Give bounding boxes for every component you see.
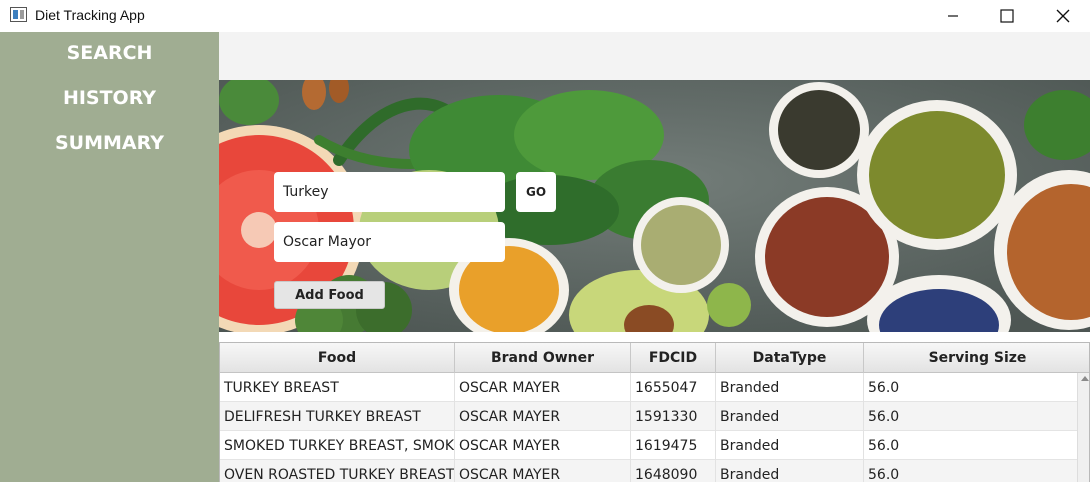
minimize-button[interactable] <box>930 0 976 32</box>
column-header-brand-owner[interactable]: Brand Owner <box>455 343 631 373</box>
column-header-food[interactable]: Food <box>220 343 455 373</box>
column-header-serving-size[interactable]: Serving Size <box>864 343 1089 373</box>
maximize-icon <box>1000 9 1014 23</box>
cell-food: OVEN ROASTED TURKEY BREAST <box>220 460 455 482</box>
app-icon <box>10 7 27 22</box>
table-row[interactable]: TURKEY BREAST OSCAR MAYER 1655047 Brande… <box>220 373 1077 402</box>
sidebar-item-search[interactable]: SEARCH <box>0 42 219 64</box>
minimize-icon <box>948 15 958 17</box>
sidebar: SEARCH HISTORY SUMMARY <box>0 32 219 482</box>
table-row[interactable]: OVEN ROASTED TURKEY BREAST OSCAR MAYER 1… <box>220 460 1077 482</box>
window-title: Diet Tracking App <box>35 7 145 23</box>
maximize-button[interactable] <box>984 0 1030 32</box>
scroll-up-icon[interactable] <box>1081 376 1089 381</box>
close-icon <box>1056 9 1070 23</box>
food-search-input[interactable]: Turkey <box>274 172 505 212</box>
cell-brand-owner: OSCAR MAYER <box>455 373 631 402</box>
cell-datatype: Branded <box>716 460 864 482</box>
add-food-button[interactable]: Add Food <box>274 281 385 309</box>
cell-serving-size: 56.0 <box>868 408 900 425</box>
header-band <box>219 32 1090 80</box>
cell-brand-owner: OSCAR MAYER <box>455 402 631 431</box>
cell-food: SMOKED TURKEY BREAST, SMOK... <box>220 431 455 460</box>
cell-fdcid: 1655047 <box>631 373 716 402</box>
column-header-fdcid[interactable]: FDCID <box>631 343 716 373</box>
cell-serving-size: 56.0 <box>868 437 900 454</box>
sidebar-item-summary[interactable]: SUMMARY <box>0 132 219 154</box>
close-button[interactable] <box>1040 0 1086 32</box>
table-header: Food Brand Owner FDCID DataType Serving … <box>220 343 1089 373</box>
sidebar-item-history[interactable]: HISTORY <box>0 87 219 109</box>
cell-fdcid: 1591330 <box>631 402 716 431</box>
cell-brand-owner: OSCAR MAYER <box>455 460 631 482</box>
cell-fdcid: 1648090 <box>631 460 716 482</box>
results-table: Food Brand Owner FDCID DataType Serving … <box>219 342 1090 482</box>
column-header-datatype[interactable]: DataType <box>716 343 864 373</box>
title-bar: Diet Tracking App <box>0 0 1090 32</box>
table-scrollbar[interactable] <box>1077 373 1089 482</box>
table-row[interactable]: SMOKED TURKEY BREAST, SMOK... OSCAR MAYE… <box>220 431 1077 460</box>
cell-fdcid: 1619475 <box>631 431 716 460</box>
cell-datatype: Branded <box>716 402 864 431</box>
cell-food: DELIFRESH TURKEY BREAST <box>220 402 455 431</box>
cell-brand-owner: OSCAR MAYER <box>455 431 631 460</box>
cell-serving-size: 56.0 <box>868 379 900 396</box>
cell-datatype: Branded <box>716 431 864 460</box>
cell-datatype: Branded <box>716 373 864 402</box>
brand-search-input[interactable]: Oscar Mayor <box>274 222 505 262</box>
go-button[interactable]: GO <box>516 172 556 212</box>
cell-serving-size: 56.0 <box>868 466 900 482</box>
table-row[interactable]: DELIFRESH TURKEY BREAST OSCAR MAYER 1591… <box>220 402 1077 431</box>
cell-food: TURKEY BREAST <box>220 373 455 402</box>
